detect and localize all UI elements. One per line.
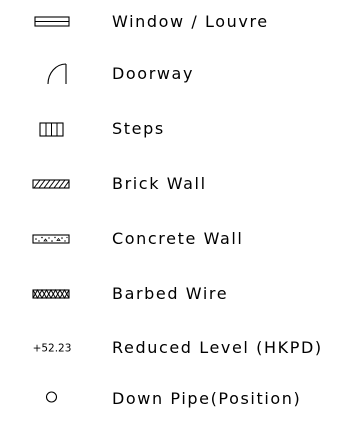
reduced-level-value: +52.23 [33,343,72,355]
legend-row-barbed-wire: Barbed Wire [0,267,351,321]
reduced-level-marker: +52.23 [16,321,88,375]
barbed-wire-icon [16,267,88,321]
legend-row-brick-wall: Brick Wall [0,157,351,211]
legend-label-barbed-wire: Barbed Wire [112,284,229,303]
steps-icon [16,102,88,156]
legend-label-brick-wall: Brick Wall [112,174,207,193]
legend-row-concrete-wall: Concrete Wall [0,212,351,266]
legend-row-steps: Steps [0,102,351,156]
legend-label-reduced-level: Reduced Level (HKPD) [112,338,323,357]
legend-row-doorway: Doorway [0,47,351,101]
legend-label-concrete-wall: Concrete Wall [112,229,244,248]
concrete-wall-icon [16,212,88,266]
legend-row-down-pipe: Down Pipe(Position) [0,372,351,426]
legend-label-down-pipe: Down Pipe(Position) [112,389,302,408]
legend: Window / Louvre Doorway Steps Brick Wall… [0,0,351,416]
legend-label-doorway: Doorway [112,64,195,83]
legend-label-steps: Steps [112,119,165,138]
doorway-icon [16,47,88,101]
brick-wall-icon [16,157,88,211]
legend-row-reduced-level: +52.23 Reduced Level (HKPD) [0,321,351,375]
legend-label-window-louvre: Window / Louvre [112,12,269,31]
window-louvre-icon [16,0,88,49]
down-pipe-icon [16,372,88,426]
legend-row-window-louvre: Window / Louvre [0,0,351,49]
